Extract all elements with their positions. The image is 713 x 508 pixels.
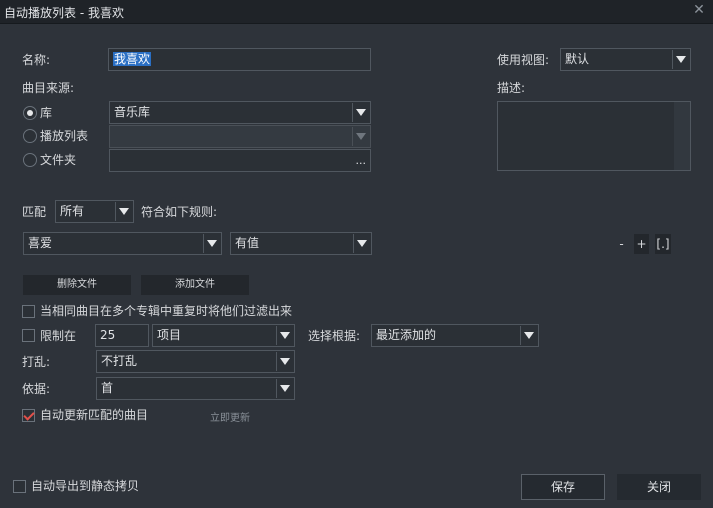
shuffle-select-value: 不打乱 bbox=[101, 354, 138, 368]
chevron-down-icon bbox=[276, 326, 293, 345]
chevron-down-icon bbox=[115, 202, 132, 221]
description-scrollbar[interactable] bbox=[674, 102, 690, 170]
match-select-value: 所有 bbox=[60, 204, 85, 218]
chevron-down-icon bbox=[352, 103, 369, 122]
shuffle-label: 打乱: bbox=[22, 355, 51, 369]
chevron-down-icon bbox=[276, 352, 293, 371]
title-bar: 自动播放列表 - 我喜欢 ✕ bbox=[0, 0, 713, 24]
select-by-select[interactable]: 最近添加的 bbox=[371, 324, 539, 347]
delete-files-button[interactable]: 删除文件 bbox=[23, 275, 131, 295]
view-label: 使用视图: bbox=[497, 53, 550, 67]
chevron-down-icon bbox=[352, 127, 369, 146]
limit-checkbox[interactable] bbox=[22, 329, 35, 342]
radio-library[interactable] bbox=[23, 106, 37, 120]
radio-library-label: 库 bbox=[40, 106, 53, 120]
chevron-down-icon bbox=[353, 234, 370, 253]
radio-folder-label: 文件夹 bbox=[40, 153, 77, 167]
limit-label: 限制在 bbox=[40, 329, 77, 343]
library-select-value: 音乐库 bbox=[114, 105, 151, 119]
limit-count-input[interactable]: 25 bbox=[95, 324, 149, 347]
add-rule-button[interactable]: + bbox=[634, 234, 649, 254]
source-label: 曲目来源: bbox=[22, 81, 75, 95]
playlist-select[interactable] bbox=[109, 125, 371, 148]
rule-field-value: 喜爱 bbox=[28, 236, 53, 250]
basis-label: 依据: bbox=[22, 382, 51, 396]
window-title: 自动播放列表 - 我喜欢 bbox=[4, 6, 124, 20]
auto-export-label: 自动导出到静态拷贝 bbox=[31, 479, 140, 493]
basis-select[interactable]: 首 bbox=[96, 377, 295, 400]
dedupe-label: 当相同曲目在多个专辑中重复时将他们过滤出来 bbox=[40, 304, 293, 318]
radio-playlist[interactable] bbox=[23, 129, 37, 143]
radio-playlist-label: 播放列表 bbox=[40, 129, 89, 143]
name-label: 名称: bbox=[22, 53, 51, 67]
rule-condition-value: 有值 bbox=[235, 236, 260, 250]
remove-rule-button[interactable]: - bbox=[614, 234, 629, 254]
description-label: 描述: bbox=[497, 81, 526, 95]
limit-unit-select[interactable]: 项目 bbox=[152, 324, 295, 347]
view-select[interactable]: 默认 bbox=[560, 48, 691, 71]
limit-unit-value: 项目 bbox=[157, 328, 182, 342]
group-rule-button[interactable]: [.] bbox=[655, 234, 671, 254]
save-button[interactable]: 保存 bbox=[521, 474, 605, 500]
match-select[interactable]: 所有 bbox=[55, 200, 134, 223]
name-input[interactable]: 我喜欢 bbox=[108, 48, 371, 71]
match-suffix: 符合如下规则: bbox=[141, 205, 218, 219]
auto-update-checkbox[interactable] bbox=[22, 409, 35, 422]
name-input-value: 我喜欢 bbox=[113, 52, 152, 66]
folder-input[interactable]: ... bbox=[109, 149, 371, 172]
close-button[interactable]: 关闭 bbox=[617, 474, 701, 500]
basis-select-value: 首 bbox=[101, 381, 114, 395]
browse-button[interactable]: ... bbox=[356, 155, 367, 167]
auto-update-label: 自动更新匹配的曲目 bbox=[40, 408, 149, 422]
match-label: 匹配 bbox=[22, 205, 47, 219]
chevron-down-icon bbox=[672, 50, 689, 69]
auto-export-checkbox[interactable] bbox=[13, 480, 26, 493]
description-textarea[interactable] bbox=[497, 101, 691, 171]
chevron-down-icon bbox=[276, 379, 293, 398]
select-by-label: 选择根据: bbox=[308, 329, 361, 343]
chevron-down-icon bbox=[520, 326, 537, 345]
close-icon[interactable]: ✕ bbox=[691, 2, 707, 18]
select-by-value: 最近添加的 bbox=[376, 328, 437, 342]
view-select-value: 默认 bbox=[565, 52, 590, 66]
update-now-link[interactable]: 立即更新 bbox=[210, 409, 250, 424]
chevron-down-icon bbox=[203, 234, 220, 253]
shuffle-select[interactable]: 不打乱 bbox=[96, 350, 295, 373]
rule-field-select[interactable]: 喜爱 bbox=[23, 232, 222, 255]
add-files-button[interactable]: 添加文件 bbox=[141, 275, 249, 295]
library-select[interactable]: 音乐库 bbox=[109, 101, 371, 124]
rule-condition-select[interactable]: 有值 bbox=[230, 232, 372, 255]
dedupe-checkbox[interactable] bbox=[22, 305, 35, 318]
limit-count-value: 25 bbox=[100, 328, 116, 342]
radio-folder[interactable] bbox=[23, 153, 37, 167]
